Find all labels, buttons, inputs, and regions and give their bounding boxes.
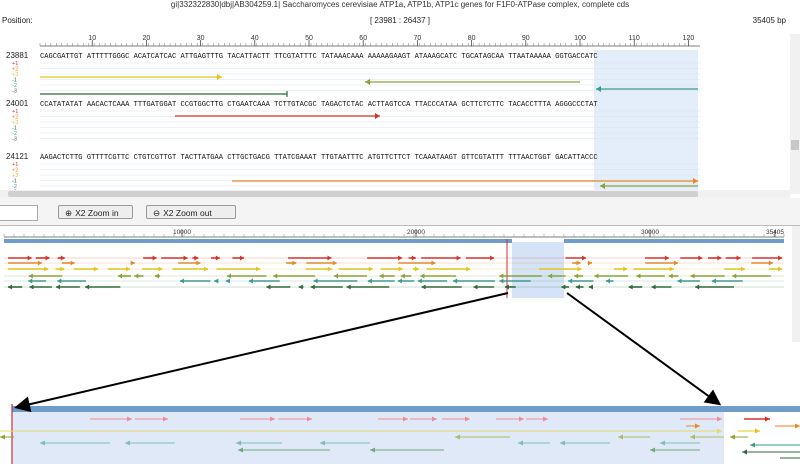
row-start-position: 23881 — [6, 51, 29, 60]
ruler-tick-label: 30 — [197, 35, 205, 42]
overview-tick-label: 30000 — [641, 229, 659, 236]
ruler-tick-label: 20 — [143, 35, 151, 42]
zoom-out-button[interactable]: ⊖ X2 Zoom out — [146, 205, 236, 219]
position-range: [ 23981 : 26437 ] — [369, 16, 431, 25]
zoom-in-button[interactable]: ⊕ X2 Zoom in — [58, 205, 133, 219]
window-title: gi|332322830|dbj|AB304259.1| Saccharomyc… — [170, 0, 630, 9]
overview-scrollbar — [792, 226, 800, 342]
horizontal-scroll-thumb[interactable] — [8, 191, 698, 197]
frame-label: -3 — [12, 89, 17, 95]
magnifier-minus-icon: ⊖ — [153, 208, 161, 218]
ruler-tick-label: 90 — [522, 35, 530, 42]
ruler-tick-label: 40 — [251, 35, 259, 42]
vertical-scroll-thumb[interactable] — [791, 140, 799, 150]
magnifier-plus-icon: ⊕ — [65, 208, 73, 218]
ruler-tick-label: 110 — [629, 35, 640, 42]
sequence-text: AAGACTCTTG GTTTTCGTTC CTGTCGTTGT TACTTAT… — [40, 154, 598, 162]
overview-selection — [512, 242, 564, 298]
sequence-text: CAGCGATTGT ATTTTTGGGC ACATCATCAC ATTGAGT… — [40, 53, 598, 61]
ruler-tick-label: 10 — [88, 35, 96, 42]
overview-canvas[interactable]: 10000 20000 30000 35405 — [0, 226, 800, 342]
zoom-selection — [12, 410, 724, 464]
row-start-position: 24121 — [6, 152, 29, 161]
overview-band — [4, 239, 512, 243]
overview-tick-label: 10000 — [173, 229, 191, 236]
overview-tick-label: 35405 — [766, 229, 784, 236]
sequence-highlight — [594, 50, 698, 190]
position-input[interactable] — [0, 205, 38, 221]
ruler-tick-label: 120 — [683, 35, 695, 42]
sequence-length: 35405 bp — [752, 16, 786, 25]
ruler-tick-label: 100 — [574, 35, 586, 42]
sequence-view[interactable]: 10 20 30 40 50 60 70 80 90 100 110 120 23881 CAGCGATT… — [0, 34, 800, 198]
zoom-band — [724, 406, 800, 412]
row-start-position: 24001 — [6, 99, 29, 108]
ruler-tick-label: 50 — [305, 35, 313, 42]
zoom-in-label: X2 Zoom in — [75, 208, 119, 218]
frame-label: -3 — [12, 137, 17, 143]
zoom-band — [12, 406, 724, 412]
vertical-scrollbar[interactable] — [790, 34, 800, 194]
sequence-text: CCATATATAT AACACTCAAA TTTGATGGAT CCGTGGC… — [40, 101, 598, 109]
zoomed-detail-view — [0, 388, 800, 464]
ruler-tick-label: 80 — [468, 35, 476, 42]
zoom-out-label: X2 Zoom out — [163, 208, 212, 218]
sequence-canvas[interactable]: 10 20 30 40 50 60 70 80 90 100 110 120 23881 CAGCGATT… — [0, 34, 790, 190]
overview-tick-label: 20000 — [407, 229, 425, 236]
genome-overview[interactable]: 10000 20000 30000 35405 — [0, 225, 800, 342]
ruler-tick-label: 70 — [414, 35, 422, 42]
overview-band — [564, 239, 784, 243]
ruler-tick-label: 60 — [359, 35, 367, 42]
overview-background — [0, 226, 800, 342]
